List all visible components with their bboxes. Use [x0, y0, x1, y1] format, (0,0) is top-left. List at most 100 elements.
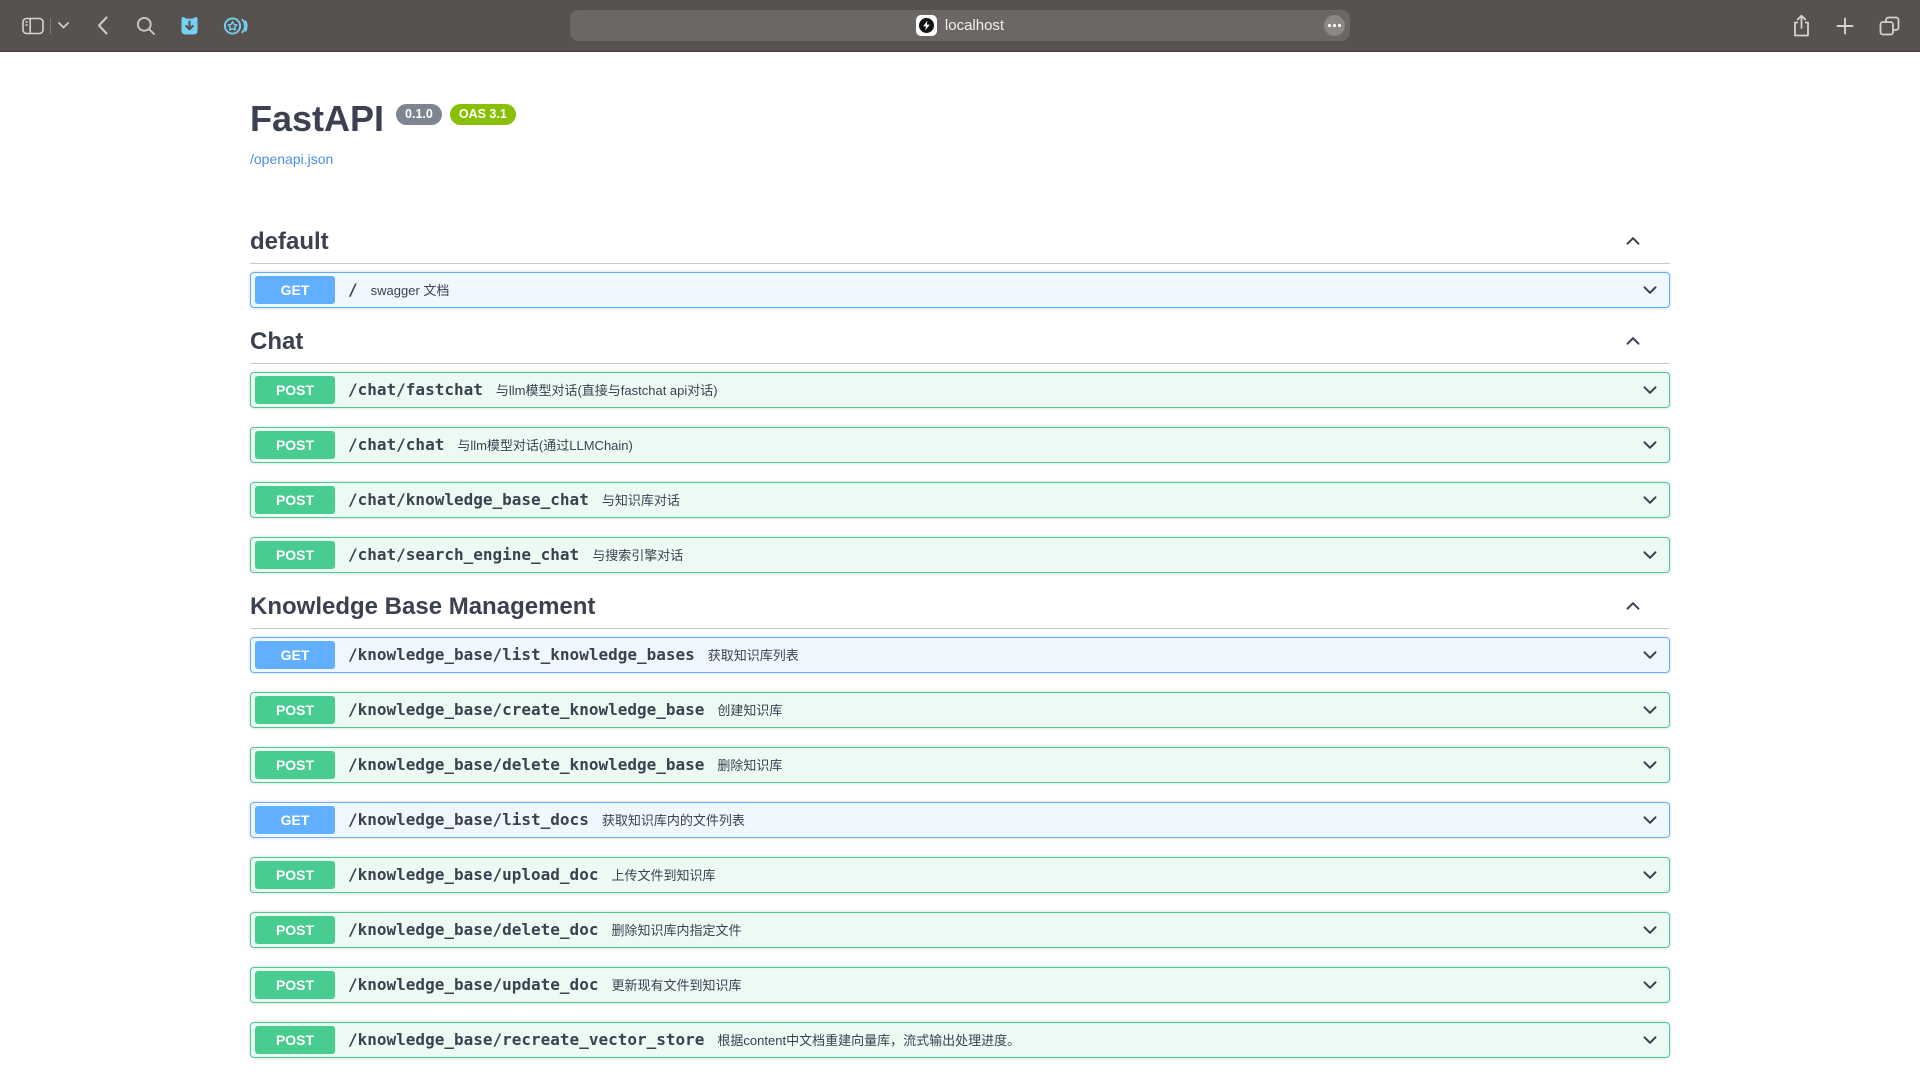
operation-path: /knowledge_base/list_docs: [348, 810, 589, 829]
operation-row[interactable]: POST /chat/chat 与llm模型对话(通过LLMChain): [250, 427, 1670, 463]
share-icon[interactable]: [1792, 14, 1811, 38]
method-badge: POST: [255, 751, 335, 779]
expand-chevron-icon[interactable]: [1640, 380, 1660, 400]
api-section: default GET / swagger 文档: [250, 227, 1670, 308]
back-icon[interactable]: [96, 15, 109, 36]
operation-row[interactable]: POST /chat/fastchat 与llm模型对话(直接与fastchat…: [250, 372, 1670, 408]
expand-chevron-icon[interactable]: [1640, 280, 1660, 300]
operation-row[interactable]: GET /knowledge_base/list_docs 获取知识库内的文件列…: [250, 802, 1670, 838]
operation-row[interactable]: POST /knowledge_base/upload_doc 上传文件到知识库: [250, 857, 1670, 893]
expand-chevron-icon[interactable]: [1640, 975, 1660, 995]
tab-overview-icon[interactable]: [1879, 16, 1900, 36]
method-badge: GET: [255, 641, 335, 669]
section-header[interactable]: default: [250, 227, 1670, 264]
expand-chevron-icon[interactable]: [1640, 865, 1660, 885]
extension-badge-icon[interactable]: [178, 14, 201, 37]
toolbar-divider: [50, 18, 51, 34]
api-info: FastAPI 0.1.0 OAS 3.1: [250, 96, 1670, 143]
operation-description: 根据content中文档重建向量库，流式输出处理进度。: [717, 1030, 1020, 1049]
operation-path: /knowledge_base/delete_knowledge_base: [348, 755, 704, 774]
operation-path: /knowledge_base/create_knowledge_base: [348, 700, 704, 719]
page-content: FastAPI 0.1.0 OAS 3.1 /openapi.json defa…: [0, 52, 1920, 1080]
operation-list: POST /chat/fastchat 与llm模型对话(直接与fastchat…: [250, 364, 1670, 573]
method-badge: GET: [255, 806, 335, 834]
operation-path: /knowledge_base/upload_doc: [348, 865, 598, 884]
api-section: Chat POST /chat/fastchat 与llm模型对话(直接与fas…: [250, 327, 1670, 573]
operation-description: 创建知识库: [717, 700, 782, 719]
section-title: default: [250, 227, 329, 256]
collapse-chevron-icon[interactable]: [1623, 331, 1643, 351]
operation-list: GET / swagger 文档: [250, 264, 1670, 308]
operation-path: /knowledge_base/list_knowledge_bases: [348, 645, 695, 664]
operation-path: /knowledge_base/delete_doc: [348, 920, 598, 939]
new-tab-icon[interactable]: [1836, 17, 1854, 35]
method-badge: POST: [255, 971, 335, 999]
operation-description: 与知识库对话: [602, 490, 680, 509]
expand-chevron-icon[interactable]: [1640, 1030, 1660, 1050]
fastapi-favicon: [916, 15, 937, 36]
method-badge: POST: [255, 486, 335, 514]
method-badge: GET: [255, 276, 335, 304]
method-badge: POST: [255, 431, 335, 459]
operation-path: /: [348, 280, 358, 299]
operation-row[interactable]: POST /knowledge_base/update_doc 更新现有文件到知…: [250, 967, 1670, 1003]
expand-chevron-icon[interactable]: [1640, 810, 1660, 830]
operation-path: /knowledge_base/update_doc: [348, 975, 598, 994]
search-icon[interactable]: [136, 16, 156, 36]
method-badge: POST: [255, 696, 335, 724]
section-header[interactable]: Knowledge Base Management: [250, 592, 1670, 629]
operation-row[interactable]: GET /knowledge_base/list_knowledge_bases…: [250, 637, 1670, 673]
operation-row[interactable]: POST /knowledge_base/create_knowledge_ba…: [250, 692, 1670, 728]
section-title: Knowledge Base Management: [250, 592, 595, 621]
method-badge: POST: [255, 861, 335, 889]
page-settings-ellipsis-icon[interactable]: [1324, 15, 1345, 36]
address-text: localhost: [945, 17, 1004, 34]
operation-row[interactable]: GET / swagger 文档: [250, 272, 1670, 308]
expand-chevron-icon[interactable]: [1640, 920, 1660, 940]
operation-description: 上传文件到知识库: [611, 865, 715, 884]
method-badge: POST: [255, 1026, 335, 1054]
operation-path: /chat/knowledge_base_chat: [348, 490, 589, 509]
operation-description: 删除知识库内指定文件: [611, 920, 741, 939]
operation-description: 删除知识库: [717, 755, 782, 774]
section-title: Chat: [250, 327, 303, 356]
section-header[interactable]: Chat: [250, 327, 1670, 364]
operation-list: GET /knowledge_base/list_knowledge_bases…: [250, 629, 1670, 1058]
operation-row[interactable]: POST /chat/search_engine_chat 与搜索引擎对话: [250, 537, 1670, 573]
api-sections: default GET / swagger 文档 Chat: [250, 227, 1670, 1058]
operation-row[interactable]: POST /knowledge_base/delete_doc 删除知识库内指定…: [250, 912, 1670, 948]
chevron-down-icon[interactable]: [58, 22, 69, 29]
operation-description: swagger 文档: [371, 280, 450, 299]
method-badge: POST: [255, 541, 335, 569]
expand-chevron-icon[interactable]: [1640, 700, 1660, 720]
sidebar-toggle-icon[interactable]: [22, 17, 44, 35]
openapi-spec-link[interactable]: /openapi.json: [250, 151, 333, 167]
expand-chevron-icon[interactable]: [1640, 755, 1660, 775]
address-bar[interactable]: localhost: [570, 10, 1350, 41]
oas-badge: OAS 3.1: [450, 104, 516, 125]
operation-row[interactable]: POST /knowledge_base/recreate_vector_sto…: [250, 1022, 1670, 1058]
operation-row[interactable]: POST /chat/knowledge_base_chat 与知识库对话: [250, 482, 1670, 518]
extension-circles-icon[interactable]: [223, 15, 249, 37]
operation-description: 获取知识库内的文件列表: [602, 810, 745, 829]
collapse-chevron-icon[interactable]: [1623, 231, 1643, 251]
expand-chevron-icon[interactable]: [1640, 645, 1660, 665]
operation-path: /chat/chat: [348, 435, 444, 454]
expand-chevron-icon[interactable]: [1640, 545, 1660, 565]
operation-path: /chat/search_engine_chat: [348, 545, 579, 564]
expand-chevron-icon[interactable]: [1640, 435, 1660, 455]
operation-description: 与llm模型对话(通过LLMChain): [457, 435, 633, 454]
operation-description: 与llm模型对话(直接与fastchat api对话): [496, 380, 718, 399]
operation-path: /chat/fastchat: [348, 380, 483, 399]
method-badge: POST: [255, 916, 335, 944]
operation-description: 更新现有文件到知识库: [611, 975, 741, 994]
operation-description: 与搜索引擎对话: [592, 545, 683, 564]
api-section: Knowledge Base Management GET /knowledge…: [250, 592, 1670, 1058]
page-title: FastAPI: [250, 96, 384, 143]
operation-row[interactable]: POST /knowledge_base/delete_knowledge_ba…: [250, 747, 1670, 783]
browser-toolbar: localhost: [0, 0, 1920, 52]
collapse-chevron-icon[interactable]: [1623, 596, 1643, 616]
method-badge: POST: [255, 376, 335, 404]
operation-path: /knowledge_base/recreate_vector_store: [348, 1030, 704, 1049]
expand-chevron-icon[interactable]: [1640, 490, 1660, 510]
